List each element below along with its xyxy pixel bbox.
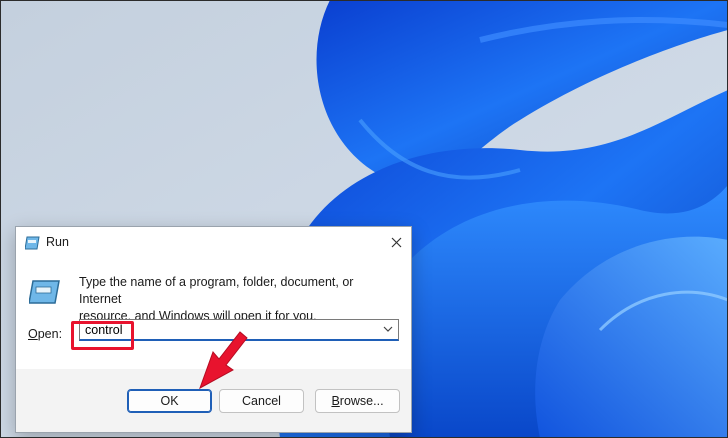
ok-button[interactable]: OK	[127, 389, 212, 413]
open-input[interactable]: control	[85, 323, 123, 337]
close-icon	[391, 237, 401, 247]
dialog-content: Type the name of a program, folder, docu…	[16, 259, 411, 369]
browse-button[interactable]: Browse...	[315, 389, 400, 413]
title-bar[interactable]: Run	[16, 227, 411, 259]
run-app-icon	[25, 236, 40, 250]
run-app-icon-large	[29, 280, 60, 304]
run-dialog: Run Type the name of a program, folder, …	[15, 226, 412, 433]
close-button[interactable]	[381, 227, 411, 257]
instruction-line-1: Type the name of a program, folder, docu…	[79, 275, 354, 306]
open-combobox[interactable]: control	[79, 319, 399, 341]
open-label: Open:	[28, 327, 63, 341]
instruction-text: Type the name of a program, folder, docu…	[79, 274, 399, 325]
dialog-title: Run	[46, 235, 69, 249]
cancel-button[interactable]: Cancel	[219, 389, 304, 413]
chevron-down-icon[interactable]	[382, 323, 394, 335]
